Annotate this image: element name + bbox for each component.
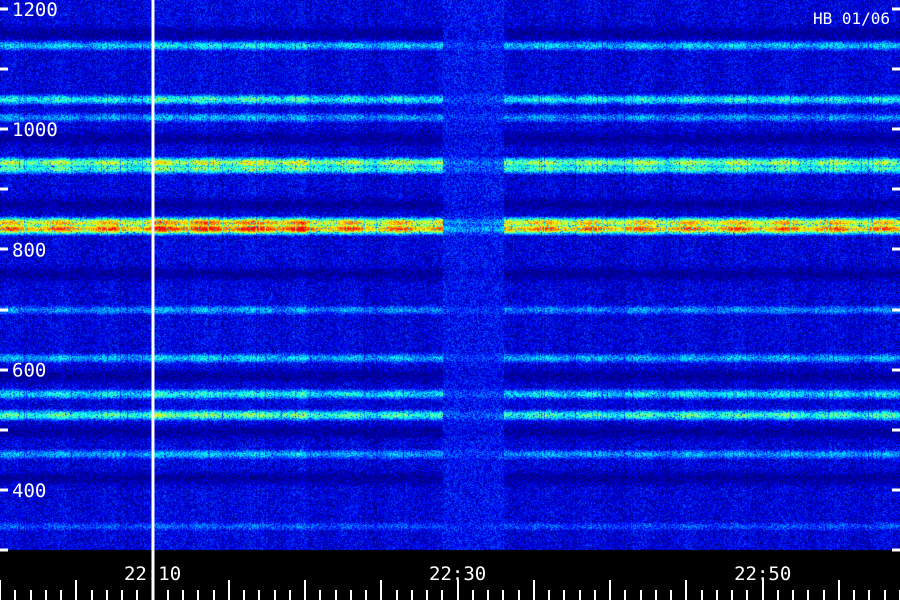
- y-tick-label: 400: [12, 480, 46, 502]
- axis-overlay: 12001000800600400 22:1022:3022:50 HB 01/…: [0, 0, 900, 600]
- x-tick-label: 22:30: [429, 563, 486, 585]
- y-tick-label: 1200: [12, 0, 58, 21]
- x-axis-tick-labels: 22:1022:3022:50: [124, 563, 791, 585]
- y-axis-ticks: [0, 7, 900, 552]
- y-tick-label: 800: [12, 239, 46, 261]
- y-tick-label: 1000: [12, 119, 58, 141]
- y-tick-label: 600: [12, 360, 46, 382]
- y-axis-tick-labels: 1200 1000 800 600 400: [12, 0, 58, 502]
- station-date-label: HB 01/06: [813, 9, 890, 28]
- x-tick-label: 22:50: [734, 563, 791, 585]
